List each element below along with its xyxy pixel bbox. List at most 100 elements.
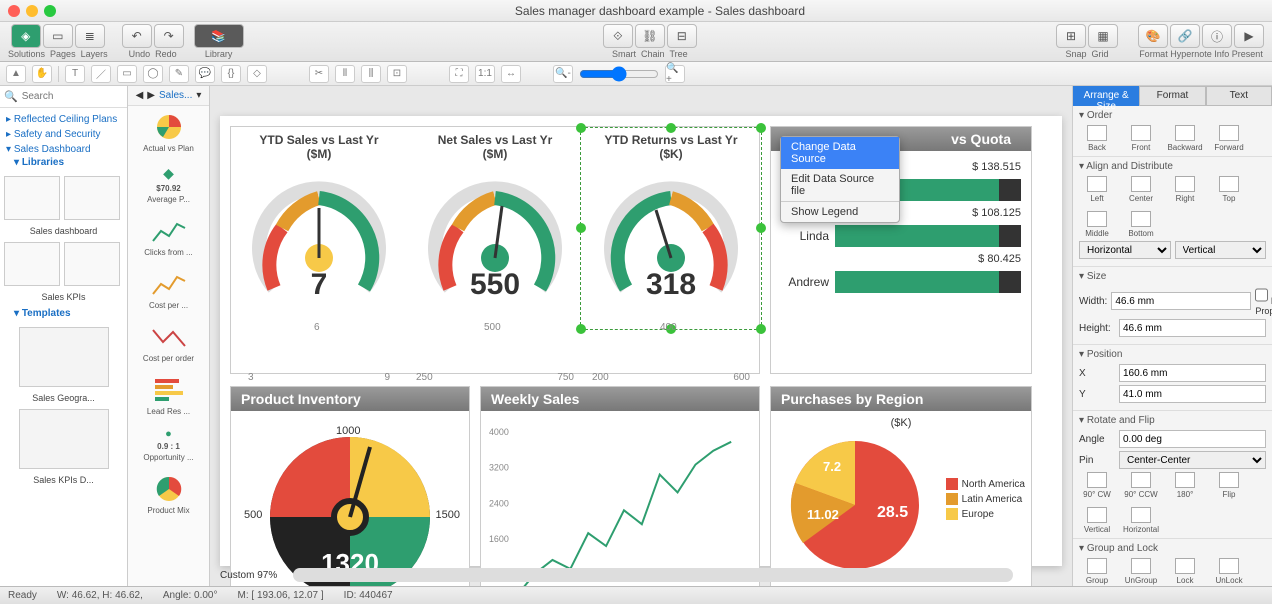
context-menu-item[interactable]: Change Data Source [781,137,899,169]
width-input[interactable] [1111,292,1251,310]
distribute-horizontal-select[interactable]: Horizontal [1079,241,1171,259]
tree-templates[interactable]: ▾ Templates [2,308,125,319]
library-button[interactable]: 📚 [194,24,244,48]
shape-tool[interactable]: ◇ [247,65,267,83]
grid-button[interactable]: ▦ [1088,24,1118,48]
library-item[interactable]: Cost per ... [128,263,209,316]
format-button[interactable]: 🎨 [1138,24,1168,48]
chain-button[interactable]: ⛓ [635,24,665,48]
weekly-panel[interactable]: Weekly Sales 40003200 24001600 8000 6/29… [480,386,760,586]
callout-tool[interactable]: 💬 [195,65,215,83]
flip-horizontal-button[interactable]: Horizontal [1123,507,1159,534]
library-item[interactable]: ● 0.9 : 1 Opportunity ... [128,422,209,468]
align-right-button[interactable]: Right [1167,176,1203,203]
lock-button[interactable]: Lock [1167,558,1203,585]
present-button[interactable]: ▶ [1234,24,1264,48]
redo-button[interactable]: ↷ [154,24,184,48]
zoom-display[interactable]: Custom 97% [220,570,277,581]
order-forward-button[interactable]: Forward [1211,125,1247,152]
group-tool[interactable]: ⊡ [387,65,407,83]
library-item[interactable]: Cost per order [128,316,209,369]
undo-button[interactable]: ↶ [122,24,152,48]
library-item[interactable]: Actual vs Plan [128,106,209,159]
lock-proportions-checkbox[interactable] [1255,286,1268,304]
brackets-tool[interactable]: {} [221,65,241,83]
group-button[interactable]: Group [1079,558,1115,585]
tab-format[interactable]: Format [1139,86,1205,106]
template-thumb[interactable] [4,176,60,220]
tree-item[interactable]: ▸ Safety and Security [2,127,125,142]
align-center-button[interactable]: Center [1123,176,1159,203]
template-thumb[interactable] [64,176,120,220]
align-middle-button[interactable]: Middle [1079,211,1115,238]
close-window-button[interactable] [8,5,20,17]
order-front-button[interactable]: Front [1123,125,1159,152]
align-top-button[interactable]: Top [1211,176,1247,203]
rect-tool[interactable]: ▭ [117,65,137,83]
tree-button[interactable]: ⊟ [667,24,697,48]
angle-input[interactable] [1119,430,1266,448]
text-tool[interactable]: T [65,65,85,83]
ungroup-button[interactable]: UnGroup [1123,558,1159,585]
tree-item[interactable]: ▸ Reflected Ceiling Plans [2,112,125,127]
breadcrumb-text[interactable]: Sales... [159,90,192,101]
zoom-width-icon[interactable]: ↔ [501,65,521,83]
order-back-button[interactable]: Back [1079,125,1115,152]
horizontal-scrollbar[interactable] [293,568,1013,582]
canvas-area[interactable]: YTD Sales vs Last Yr ($M) 7 036912 Net S… [210,86,1072,586]
layers-button[interactable]: ≣ [75,24,105,48]
template-thumb[interactable] [64,242,120,286]
tree-item[interactable]: ▾ Sales Dashboard [2,142,125,157]
minimize-window-button[interactable] [26,5,38,17]
library-item[interactable]: Clicks from ... [128,210,209,263]
tab-arrange[interactable]: Arrange & Size [1073,86,1139,106]
hand-tool[interactable]: ✋ [32,65,52,83]
line-tool[interactable]: ／ [91,65,111,83]
canvas-page[interactable]: YTD Sales vs Last Yr ($M) 7 036912 Net S… [220,116,1062,566]
align-bottom-button[interactable]: Bottom [1123,211,1159,238]
context-menu-item[interactable]: Edit Data Source file [781,169,899,201]
align-left-button[interactable]: Left [1079,176,1115,203]
template-thumb[interactable] [19,409,109,469]
solutions-button[interactable]: ◈ [11,24,41,48]
flip-vertical-button[interactable]: Vertical [1079,507,1115,534]
nav-fwd-icon[interactable]: ▶ [147,90,155,101]
order-backward-button[interactable]: Backward [1167,125,1203,152]
nav-back-icon[interactable]: ◀ [136,90,144,101]
unlock-button[interactable]: UnLock [1211,558,1247,585]
library-item[interactable]: ◆ $70.92 Average P... [128,159,209,210]
y-input[interactable] [1119,385,1266,403]
zoom-actual-icon[interactable]: 1:1 [475,65,495,83]
context-menu-item[interactable]: Show Legend [781,202,899,222]
pointer-tool[interactable]: ▲ [6,65,26,83]
height-input[interactable] [1119,319,1266,337]
library-item[interactable]: Lead Res ... [128,369,209,422]
rotate-ccw-button[interactable]: 90° CCW [1123,472,1159,499]
ellipse-tool[interactable]: ◯ [143,65,163,83]
zoom-window-button[interactable] [44,5,56,17]
search-input[interactable] [22,91,128,102]
template-thumb[interactable] [19,327,109,387]
x-input[interactable] [1119,364,1266,382]
info-button[interactable]: ⓘ [1202,24,1232,48]
region-panel[interactable]: Purchases by Region ($K) 28.5 11.02 7.2 … [770,386,1032,586]
template-thumb[interactable] [4,242,60,286]
distribute-vertical-select[interactable]: Vertical [1175,241,1267,259]
dropdown-icon[interactable]: ▾ [196,90,201,101]
zoom-fit-icon[interactable]: ⛶ [449,65,469,83]
hypernote-button[interactable]: 🔗 [1170,24,1200,48]
align-tool[interactable]: ⫴ [335,65,355,83]
rotate-cw-button[interactable]: 90° CW [1079,472,1115,499]
flip-button[interactable]: Flip [1211,472,1247,499]
zoom-out-icon[interactable]: 🔍- [553,65,573,83]
tree-libraries[interactable]: ▾ Libraries [2,157,125,168]
rotate-180-button[interactable]: 180° [1167,472,1203,499]
smart-button[interactable]: ⟐ [603,24,633,48]
library-item[interactable]: Product Mix [128,468,209,521]
pin-select[interactable]: Center-Center [1119,451,1266,469]
pages-button[interactable]: ▭ [43,24,73,48]
snap-button[interactable]: ⊞ [1056,24,1086,48]
zoom-in-icon[interactable]: 🔍+ [665,65,685,83]
gauge-panel[interactable]: YTD Sales vs Last Yr ($M) 7 036912 Net S… [230,126,760,374]
zoom-slider[interactable] [579,66,659,82]
